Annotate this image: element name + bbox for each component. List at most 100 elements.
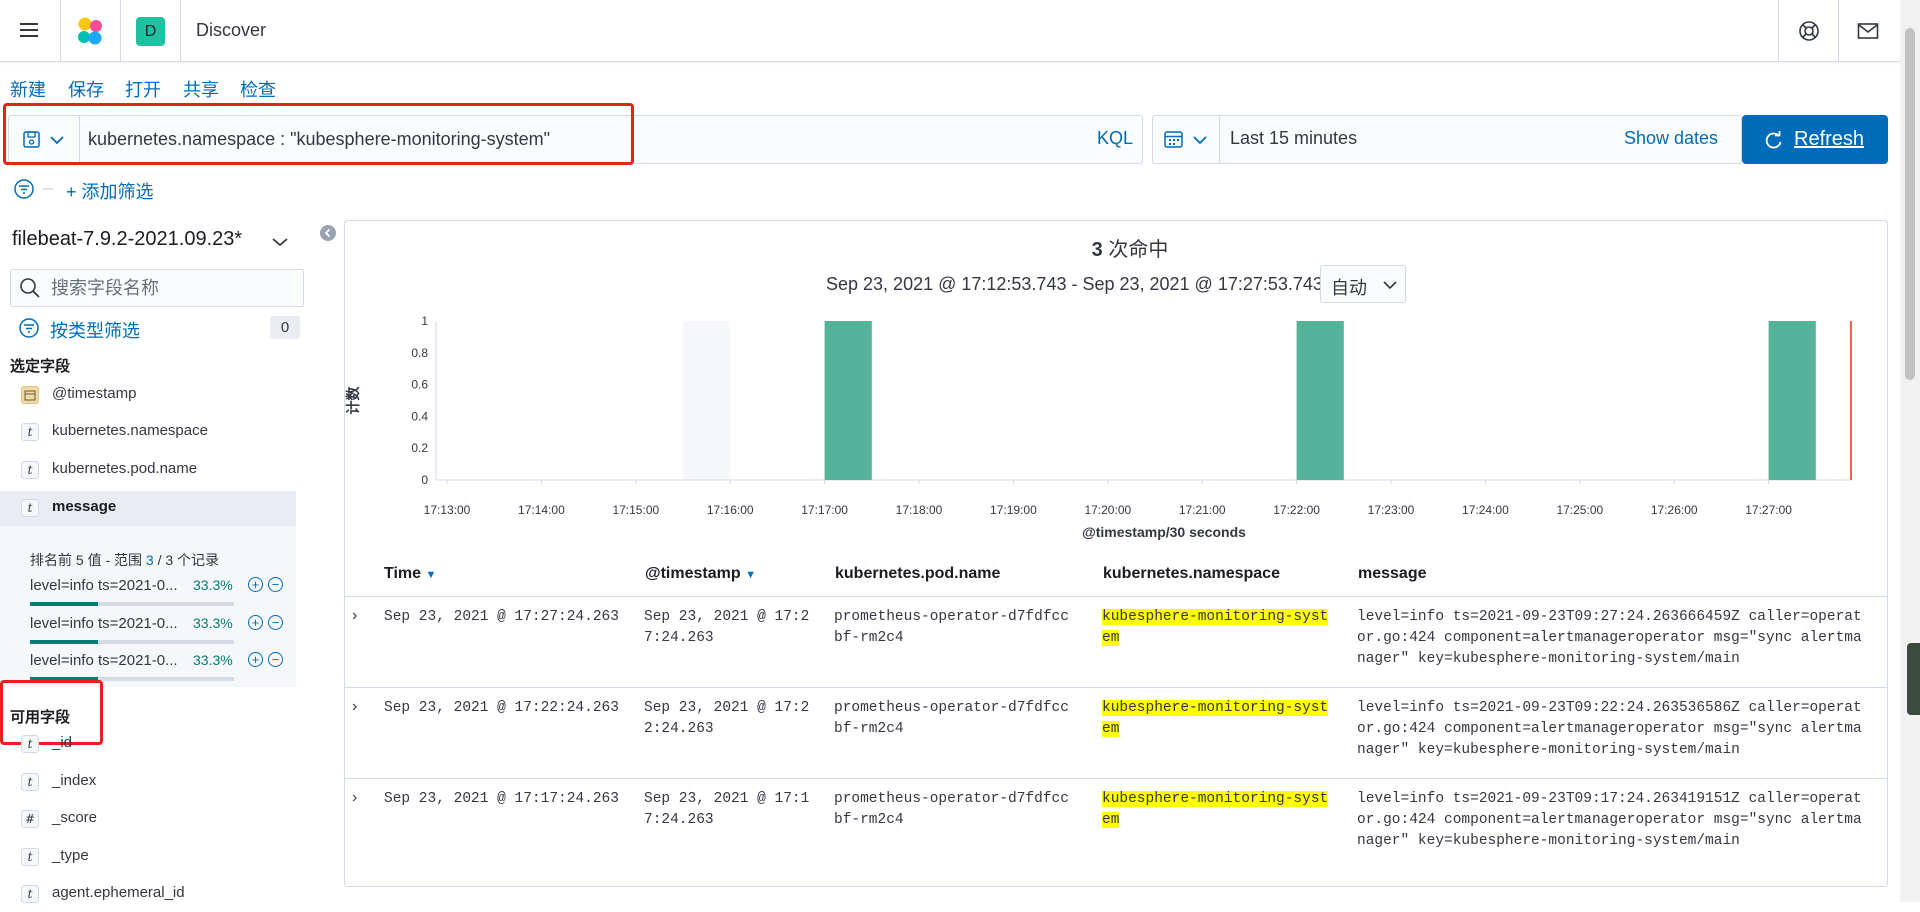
x-tick-label: 17:23:00 (1368, 503, 1415, 517)
column-header-message[interactable]: message (1358, 565, 1427, 583)
x-tick-label: 17:16:00 (707, 503, 754, 517)
menu-save[interactable]: 保存 (68, 76, 104, 102)
y-tick-label: 1 (421, 314, 428, 328)
field-item-message[interactable]: t message (0, 491, 296, 526)
time-range-text: Sep 23, 2021 @ 17:12:53.743 - Sep 23, 20… (826, 274, 1323, 294)
newsfeed-button[interactable] (1857, 22, 1879, 40)
menu-new[interactable]: 新建 (10, 76, 46, 102)
filter-for-value-icon[interactable]: + (248, 652, 263, 667)
menu-inspect[interactable]: 检查 (240, 76, 276, 102)
menu-toggle-button[interactable] (18, 20, 42, 40)
x-tick-label: 17:15:00 (612, 503, 659, 517)
space-avatar[interactable]: D (136, 17, 165, 46)
filter-count-badge: 0 (270, 316, 300, 339)
field-name: message (52, 498, 117, 515)
elastic-logo[interactable] (74, 15, 106, 47)
cell-message-line1: level=info ts=2021-09-23T09:27:24.263666… (1357, 609, 1862, 625)
column-header-timestamp[interactable]: @timestamp ▼ (645, 565, 756, 583)
field-item-kubernetes-namespace[interactable]: t kubernetes.namespace (0, 415, 296, 450)
number-type-icon: # (21, 810, 39, 828)
namespace-highlight: em (1102, 721, 1120, 737)
field-name: _id (52, 734, 73, 751)
top-value-text: level=info ts=2021-0... (30, 577, 178, 594)
field-search-input[interactable] (49, 277, 293, 300)
filter-options-button[interactable] (13, 178, 57, 200)
top-value-percent: 33.3% (193, 615, 233, 631)
filter-by-type-label[interactable]: 按类型筛选 (50, 317, 140, 343)
top5-count: 3 (145, 552, 154, 568)
filter-out-value-icon[interactable]: − (268, 652, 283, 667)
index-pattern-switcher[interactable]: filebeat-7.9.2-2021.09.23* (12, 228, 292, 254)
help-button[interactable] (1798, 20, 1820, 42)
field-item-agent-ephemeral-id[interactable]: t agent.ephemeral_id (0, 877, 296, 912)
string-type-icon: t (21, 735, 39, 753)
collapse-sidebar-button[interactable] (320, 225, 336, 241)
scrollbar-thumb[interactable] (1905, 28, 1915, 380)
menu-open[interactable]: 打开 (125, 76, 161, 102)
histogram-chart[interactable]: 1 0.8 0.6 0.4 0.2 0 计数 17:13:00 17:14:00 17:15:00… (340, 305, 1880, 550)
calendar-icon (1164, 131, 1183, 148)
expand-row-icon[interactable]: › (352, 789, 357, 807)
namespace-highlight: em (1102, 812, 1120, 828)
menu-share[interactable]: 共享 (183, 76, 219, 102)
elastic-logo-icon (78, 17, 102, 45)
field-item-kubernetes-pod-name[interactable]: t kubernetes.pod.name (0, 453, 296, 488)
top-value-text: level=info ts=2021-0... (30, 615, 178, 632)
refresh-button[interactable]: Refresh (1742, 115, 1888, 164)
column-header-time[interactable]: Time ▼ (384, 565, 436, 583)
field-name: kubernetes.pod.name (52, 460, 198, 477)
filter-for-value-icon[interactable]: + (248, 577, 263, 592)
chevron-down-icon (272, 238, 288, 247)
top-value-percent: 33.3% (193, 577, 233, 593)
y-axis-label: 计数 (345, 386, 361, 415)
index-pattern-name: filebeat-7.9.2-2021.09.23* (12, 228, 243, 250)
cell-namespace-line2: em (1102, 628, 1120, 649)
query-language-button[interactable]: KQL (1097, 128, 1133, 149)
cell-message-line3: nager" key=kubesphere-monitoring-system/… (1357, 833, 1740, 849)
time-range-label[interactable]: Last 15 minutes (1230, 128, 1357, 149)
field-item-score[interactable]: # _score (0, 802, 296, 837)
string-type-icon: t (21, 499, 39, 517)
field-item-index[interactable]: t _index (0, 765, 296, 800)
partial-bucket-shade (683, 321, 731, 480)
expand-row-icon[interactable]: › (352, 607, 357, 625)
column-title: Time (384, 565, 422, 582)
side-widget-handle[interactable] (1907, 643, 1920, 715)
column-header-pod-name[interactable]: kubernetes.pod.name (835, 565, 1000, 583)
field-item-type[interactable]: t _type (0, 840, 296, 875)
filter-out-value-icon[interactable]: − (268, 615, 283, 630)
add-filter-button[interactable]: + 添加筛选 (66, 178, 154, 204)
refresh-icon (1765, 131, 1782, 149)
app-title: Discover (196, 20, 267, 40)
top-value-text: level=info ts=2021-0... (30, 652, 178, 669)
hamburger-icon (20, 23, 38, 37)
filter-for-value-icon[interactable]: + (248, 615, 263, 630)
column-header-namespace[interactable]: kubernetes.namespace (1103, 565, 1280, 583)
x-tick-label: 17:20:00 (1084, 503, 1131, 517)
top5-prefix: 排名前 5 值 - 范围 (30, 552, 146, 568)
mail-icon (1857, 23, 1879, 39)
field-name: @timestamp (52, 385, 137, 402)
top-value-row: level=info ts=2021-0... 33.3% + − (30, 615, 295, 650)
cell-time: Sep 23, 2021 @ 17:17:24.263 (384, 791, 619, 807)
cell-pod-line2: bf-rm2c4 (834, 812, 904, 828)
field-item-timestamp[interactable]: @timestamp (0, 378, 296, 413)
query-highlight-annotation (3, 103, 634, 165)
cell-namespace-line1: kubesphere-monitoring-syst (1102, 698, 1329, 719)
top5-suffix: / 3 个记录 (153, 552, 220, 568)
x-tick-label: 17:13:00 (424, 503, 471, 517)
page-scrollbar[interactable] (1900, 0, 1920, 902)
sort-desc-icon[interactable]: ▼ (426, 569, 437, 581)
cell-message-line1: level=info ts=2021-09-23T09:22:24.263536… (1357, 700, 1862, 716)
field-name: _score (52, 809, 98, 826)
field-name: _index (52, 772, 97, 789)
quick-select-button[interactable] (1163, 128, 1211, 150)
field-item-id[interactable]: t _id (0, 727, 296, 762)
sort-desc-icon[interactable]: ▼ (745, 569, 756, 581)
cell-message-line3: nager" key=kubesphere-monitoring-system/… (1357, 651, 1740, 667)
x-tick-label: 17:27:00 (1745, 503, 1792, 517)
show-dates-button[interactable]: Show dates (1624, 128, 1718, 149)
interval-select[interactable]: 自动 (1320, 265, 1406, 303)
filter-out-value-icon[interactable]: − (268, 577, 283, 592)
expand-row-icon[interactable]: › (352, 698, 357, 716)
